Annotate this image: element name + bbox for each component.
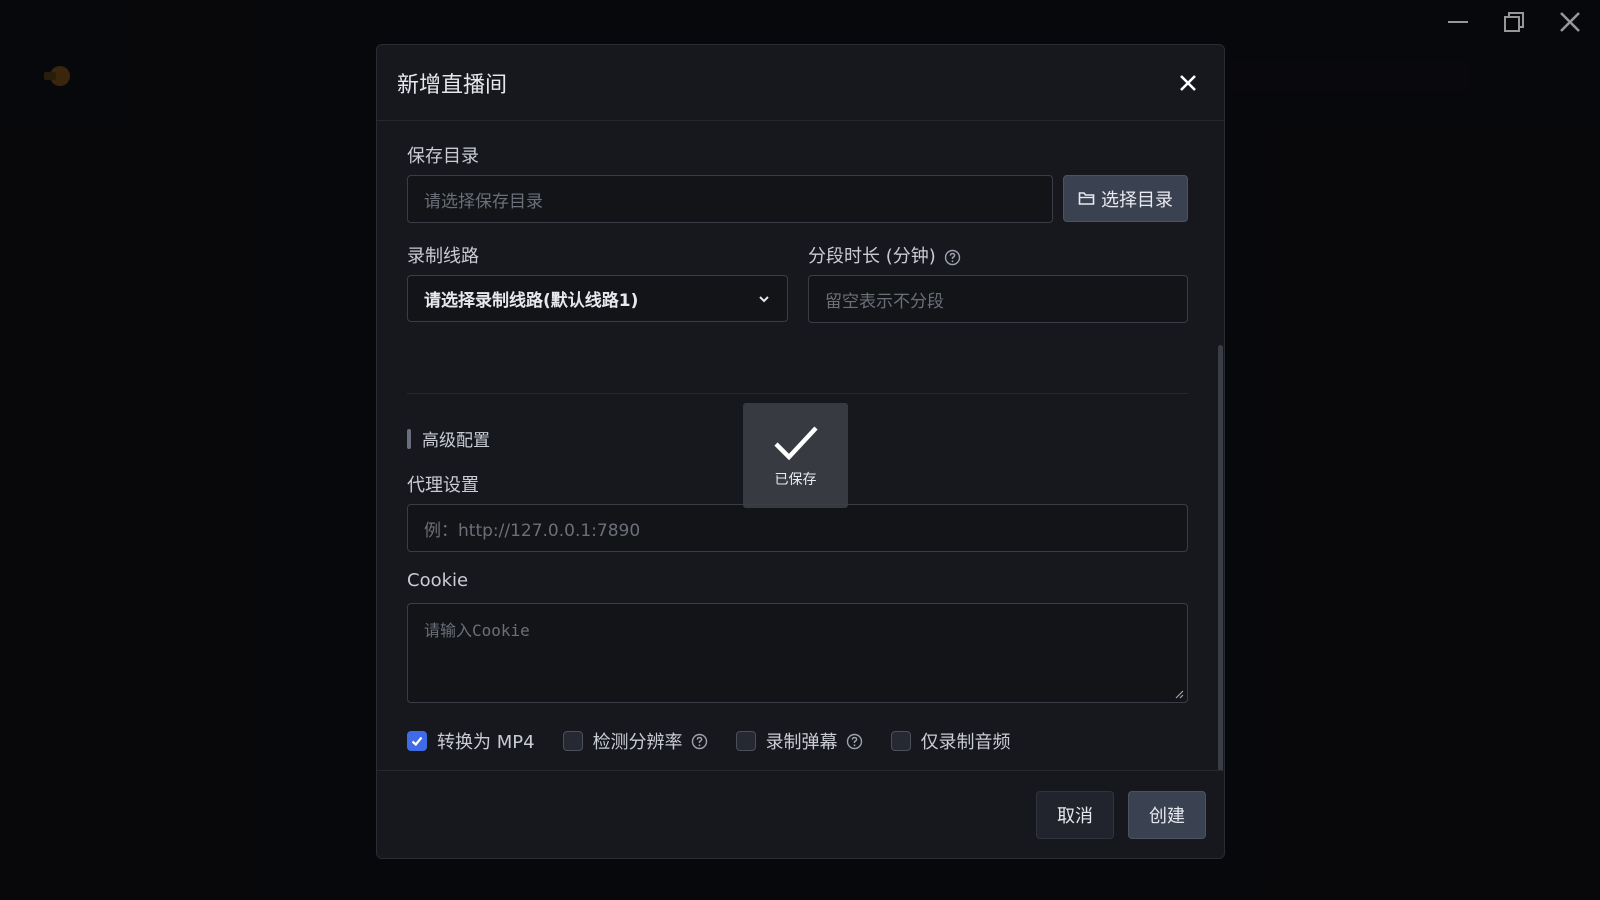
question-icon[interactable] <box>846 733 863 750</box>
checkmark-icon <box>773 425 818 460</box>
save-dir-input[interactable]: 请选择保存目录 <box>407 175 1053 223</box>
resize-grip-icon[interactable] <box>1174 689 1184 699</box>
choose-dir-label: 选择目录 <box>1101 189 1173 211</box>
checkbox[interactable] <box>562 731 583 751</box>
option-label: 录制弹幕 <box>765 732 838 753</box>
options-row: 转换为 MP4 检测分辨率 录制弹幕 仅录制音频 <box>407 728 1039 754</box>
checkbox[interactable] <box>735 731 756 751</box>
section-accent-bar <box>407 428 411 449</box>
chevron-down-icon <box>759 295 769 302</box>
checkbox-checked[interactable] <box>407 731 427 751</box>
create-button[interactable]: 创建 <box>1128 791 1206 839</box>
dialog-header: 新增直播间 <box>377 45 1224 121</box>
checkbox[interactable] <box>890 731 911 751</box>
option-audio-only[interactable]: 仅录制音频 <box>890 728 1011 754</box>
cookie-label: Cookie <box>407 570 469 591</box>
proxy-label: 代理设置 <box>407 475 479 496</box>
option-convert-mp4[interactable]: 转换为 MP4 <box>407 728 535 754</box>
toast-text: 已保存 <box>774 471 817 488</box>
option-label: 仅录制音频 <box>920 732 1011 753</box>
option-label: 转换为 MP4 <box>437 732 535 753</box>
question-icon[interactable] <box>944 249 961 266</box>
save-dir-label: 保存目录 <box>407 146 479 167</box>
choose-dir-button[interactable]: 选择目录 <box>1063 175 1188 222</box>
folder-icon <box>1078 192 1095 205</box>
proxy-input[interactable]: 例：http://127.0.0.1:7890 <box>407 504 1188 552</box>
segment-input[interactable]: 留空表示不分段 <box>808 275 1188 323</box>
line-label: 录制线路 <box>407 246 479 267</box>
option-record-danmaku[interactable]: 录制弹幕 <box>735 728 863 754</box>
cookie-placeholder: 请输入Cookie <box>424 621 530 640</box>
dialog-scrollbar[interactable] <box>1218 345 1223 771</box>
close-icon <box>1180 75 1196 91</box>
question-icon[interactable] <box>691 733 708 750</box>
line-selected-value: 请选择录制线路(默认线路1) <box>424 291 639 311</box>
option-detect-resolution[interactable]: 检测分辨率 <box>562 728 708 754</box>
line-select[interactable]: 请选择录制线路(默认线路1) <box>407 275 788 322</box>
segment-placeholder: 留空表示不分段 <box>825 291 944 312</box>
dialog-close-button[interactable] <box>1176 71 1200 95</box>
save-dir-placeholder: 请选择保存目录 <box>424 191 543 212</box>
segment-label-wrap: 分段时长 (分钟) <box>808 242 961 268</box>
saved-toast: 已保存 <box>743 403 848 508</box>
dialog-title: 新增直播间 <box>397 72 508 98</box>
cancel-button[interactable]: 取消 <box>1036 791 1114 839</box>
proxy-placeholder: 例：http://127.0.0.1:7890 <box>424 520 641 541</box>
option-label: 检测分辨率 <box>592 732 683 753</box>
advanced-section-heading: 高级配置 <box>407 426 490 451</box>
section-divider <box>407 393 1188 394</box>
dialog-footer: 取消 创建 <box>377 770 1224 858</box>
segment-label: 分段时长 (分钟) <box>808 246 936 267</box>
advanced-title: 高级配置 <box>422 431 490 451</box>
check-icon <box>411 736 423 747</box>
cookie-textarea[interactable]: 请输入Cookie <box>407 603 1188 703</box>
